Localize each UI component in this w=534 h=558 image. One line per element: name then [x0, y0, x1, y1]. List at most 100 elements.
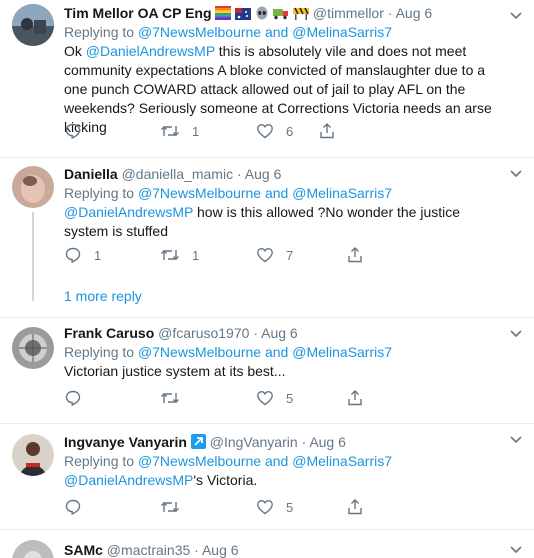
like-button[interactable]: 5: [256, 497, 293, 517]
mention-link[interactable]: @7NewsMelbourne: [138, 24, 261, 40]
share-button[interactable]: [346, 388, 364, 408]
mention-link[interactable]: @DanielAndrewsMP: [86, 43, 215, 59]
mention-link[interactable]: @MelinaSarris7: [292, 453, 392, 469]
tweet-timmellor[interactable]: Tim Mellor OA CP Eng @timmellor · Aug 6 …: [0, 0, 534, 158]
timestamp[interactable]: Aug 6: [202, 542, 239, 558]
separator-dot: ·: [387, 5, 393, 21]
timestamp[interactable]: Aug 6: [245, 166, 282, 182]
tweet-text: @DanielAndrewsMP's Victoria.: [64, 471, 504, 490]
reply-button[interactable]: [64, 497, 82, 517]
chevron-down-icon[interactable]: [508, 325, 524, 341]
reply-button[interactable]: [64, 121, 94, 141]
reply-icon: [64, 122, 82, 140]
mention-link[interactable]: @MelinaSarris7: [292, 185, 392, 201]
handle[interactable]: @fcaruso1970: [158, 325, 249, 341]
tweet-fcaruso[interactable]: Frank Caruso @fcaruso1970 · Aug 6 Replyi…: [0, 318, 534, 424]
like-count: 5: [286, 390, 294, 406]
handle[interactable]: @mactrain35: [107, 542, 190, 558]
retweet-icon: [160, 389, 180, 407]
chevron-down-icon[interactable]: [508, 165, 524, 181]
separator-dot: ·: [253, 325, 258, 341]
display-name[interactable]: Frank Caruso: [64, 325, 154, 341]
mention-link[interactable]: @DanielAndrewsMP: [64, 204, 193, 220]
avatar[interactable]: [12, 166, 54, 208]
reply-icon: [64, 498, 82, 516]
share-icon: [318, 122, 336, 140]
tweet-text: Victorian justice system at its best...: [64, 363, 286, 379]
share-button[interactable]: [346, 245, 364, 265]
mention-link[interactable]: @MelinaSarris7: [292, 24, 392, 40]
retweet-button[interactable]: 1: [160, 121, 199, 141]
like-button[interactable]: 7: [256, 245, 293, 265]
replying-prefix: Replying to: [64, 24, 138, 40]
reply-button[interactable]: [64, 388, 82, 408]
like-button[interactable]: 5: [256, 388, 293, 408]
replying-prefix: Replying to: [64, 344, 138, 360]
timestamp[interactable]: Aug 6: [396, 5, 433, 21]
handle[interactable]: @IngVanyarin: [210, 434, 298, 450]
like-count: 7: [286, 247, 294, 263]
replying-and[interactable]: and: [261, 344, 292, 360]
replying-to: Replying to @7NewsMelbourne and @MelinaS…: [64, 184, 504, 203]
like-icon: [256, 389, 274, 407]
share-icon: [346, 498, 364, 516]
chevron-down-icon[interactable]: [508, 541, 524, 557]
display-name[interactable]: SAMc: [64, 542, 103, 558]
mention-link[interactable]: @7NewsMelbourne: [138, 344, 261, 360]
chevron-down-icon[interactable]: [508, 7, 524, 23]
handle[interactable]: @timmellor: [313, 5, 384, 21]
tweet-ingvanyarin[interactable]: Ingvanye Vanyarin @IngVanyarin · Aug 6 R…: [0, 424, 534, 530]
like-icon: [256, 246, 274, 264]
tweet-daniella[interactable]: Daniella @daniella_mamic · Aug 6 Replyin…: [0, 158, 534, 318]
share-button[interactable]: [318, 121, 336, 141]
tweet-text-after: 's Victoria.: [193, 472, 258, 488]
tweet-samc[interactable]: SAMc @mactrain35 · Aug 6: [0, 530, 534, 558]
retweet-count: 1: [192, 247, 200, 263]
reply-feed: Tim Mellor OA CP Eng @timmellor · Aug 6 …: [0, 0, 534, 558]
share-button[interactable]: [346, 497, 364, 517]
share-icon: [346, 389, 364, 407]
separator-dot: ·: [301, 434, 307, 450]
replying-to: Replying to @7NewsMelbourne and @MelinaS…: [64, 23, 504, 42]
reply-icon: [64, 246, 82, 264]
mention-link[interactable]: @7NewsMelbourne: [138, 453, 261, 469]
display-name[interactable]: Ingvanye Vanyarin: [64, 434, 187, 450]
retweet-button[interactable]: [160, 388, 180, 408]
truck-icon: [273, 5, 289, 25]
avatar[interactable]: [12, 540, 54, 558]
mention-link[interactable]: @MelinaSarris7: [292, 344, 392, 360]
timestamp[interactable]: Aug 6: [261, 325, 298, 341]
replying-and[interactable]: and: [261, 453, 292, 469]
like-count: 6: [286, 123, 294, 139]
like-button[interactable]: 6: [256, 121, 293, 141]
avatar[interactable]: [12, 327, 54, 369]
display-name[interactable]: Daniella: [64, 166, 118, 182]
handle[interactable]: @daniella_mamic: [122, 166, 233, 182]
replying-prefix: Replying to: [64, 453, 138, 469]
retweet-button[interactable]: 1: [160, 245, 199, 265]
replying-and[interactable]: and: [261, 24, 292, 40]
mention-link[interactable]: @7NewsMelbourne: [138, 185, 261, 201]
separator-dot: ·: [194, 542, 199, 558]
tweet-text-before: Ok: [64, 43, 86, 59]
chevron-down-icon[interactable]: [508, 431, 524, 447]
replying-and[interactable]: and: [261, 185, 292, 201]
replying-to: Replying to @7NewsMelbourne and @MelinaS…: [64, 343, 504, 362]
alien-icon: [255, 5, 269, 25]
mention-link[interactable]: @DanielAndrewsMP: [64, 472, 193, 488]
retweet-button[interactable]: [160, 497, 180, 517]
share-icon: [346, 246, 364, 264]
reply-icon: [64, 389, 82, 407]
avatar[interactable]: [12, 434, 54, 476]
reply-button[interactable]: 1: [64, 245, 101, 265]
construction-icon: [293, 5, 309, 25]
avatar[interactable]: [12, 4, 54, 46]
more-replies-link[interactable]: 1 more reply: [64, 288, 142, 304]
like-icon: [256, 498, 274, 516]
arrow-badge-icon: [190, 434, 206, 449]
timestamp[interactable]: Aug 6: [309, 434, 346, 450]
like-icon: [256, 122, 274, 140]
thread-dots: [32, 284, 34, 304]
display-name[interactable]: Tim Mellor OA CP Eng: [64, 5, 212, 21]
replying-to: Replying to @7NewsMelbourne and @MelinaS…: [64, 452, 504, 471]
